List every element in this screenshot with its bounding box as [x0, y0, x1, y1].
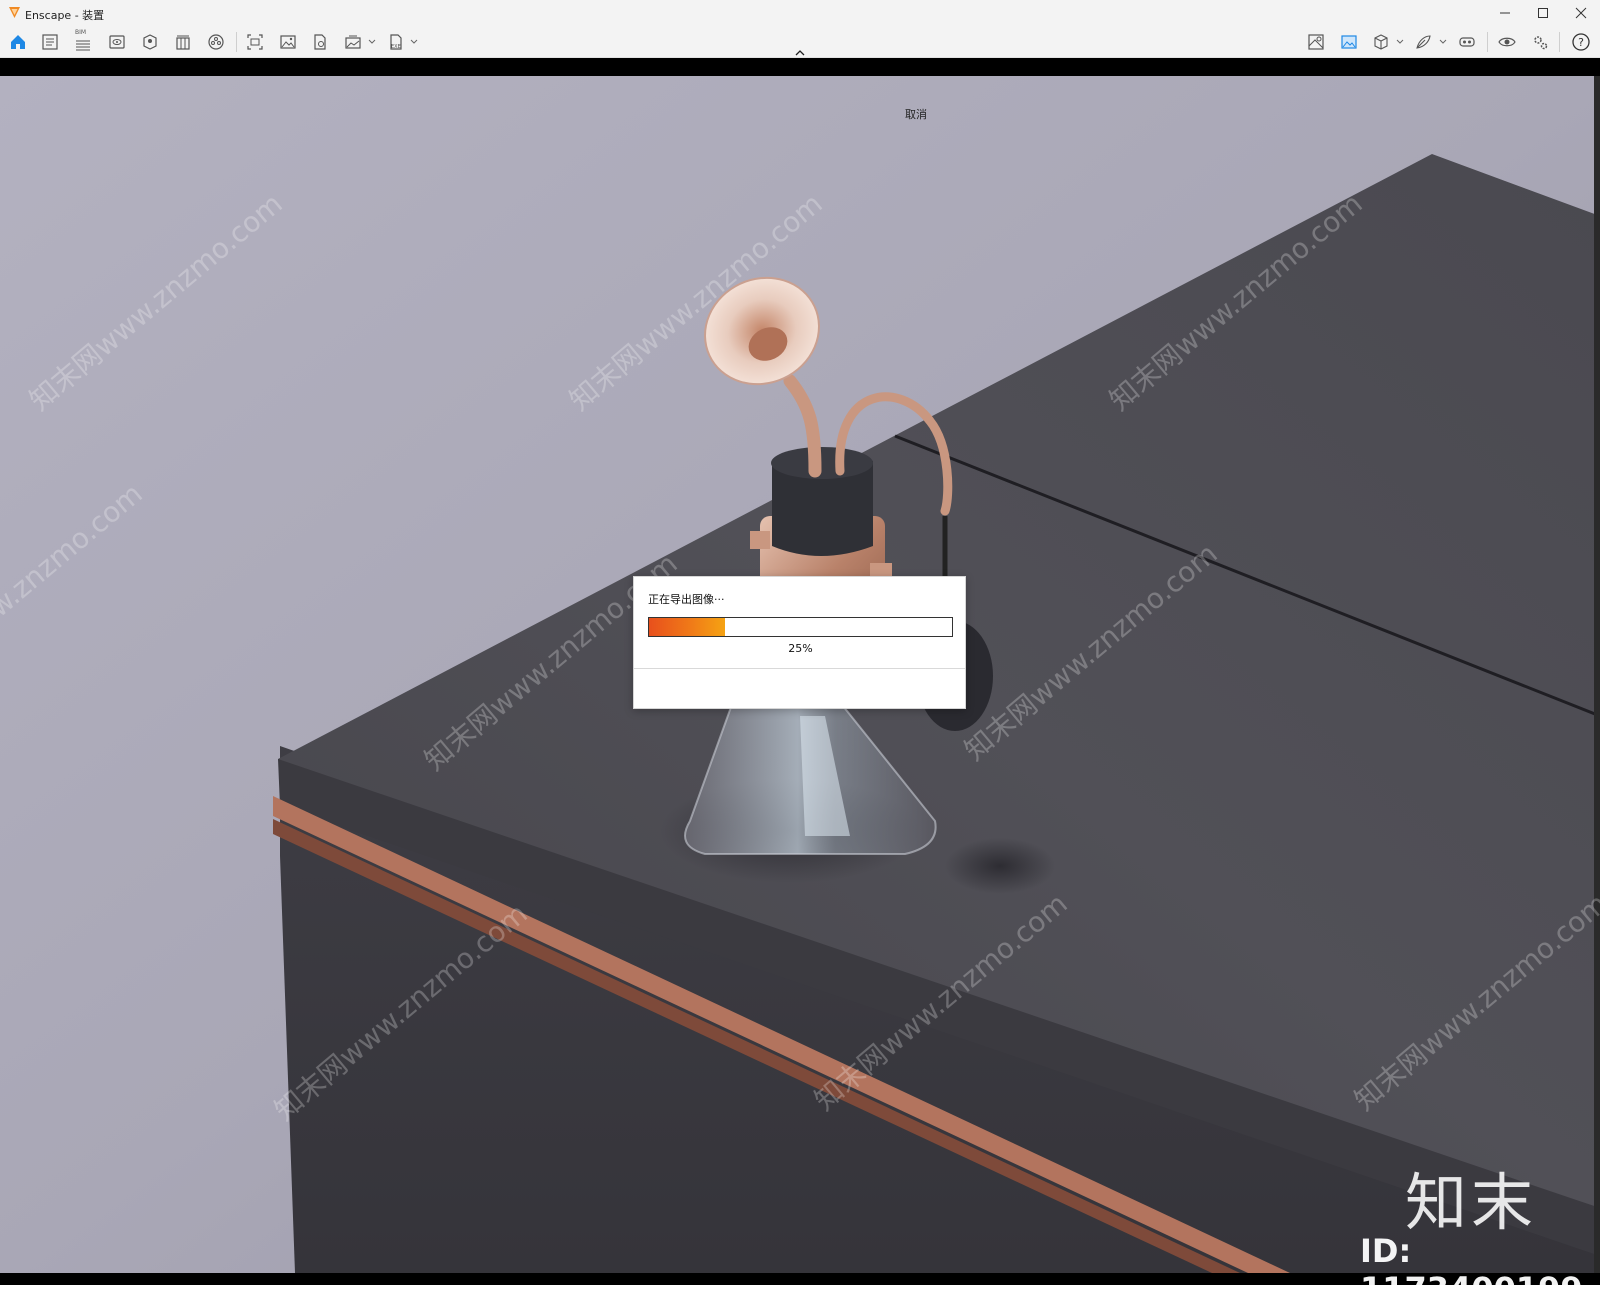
- minimize-button[interactable]: [1486, 0, 1524, 26]
- view-icon: [109, 35, 125, 49]
- image-gallery-button[interactable]: [1336, 30, 1362, 54]
- vr-headset-button[interactable]: [1454, 30, 1480, 54]
- help-button[interactable]: ?: [1568, 30, 1594, 54]
- document-icon: [42, 34, 58, 50]
- help-icon: ?: [1572, 33, 1590, 51]
- view-button[interactable]: [104, 30, 130, 54]
- building-button[interactable]: [170, 30, 196, 54]
- feather-icon: [1416, 35, 1431, 49]
- cancel-button[interactable]: 取消: [896, 105, 936, 123]
- document-button[interactable]: [37, 30, 63, 54]
- progress-percent-label: 25%: [788, 642, 813, 655]
- title-bar: Enscape - 装置: [0, 0, 1600, 26]
- feather-button[interactable]: [1410, 30, 1436, 54]
- exe-export-button[interactable]: EXE: [383, 30, 409, 54]
- export-file-button[interactable]: [307, 30, 333, 54]
- building-icon: [176, 35, 190, 50]
- home-icon: [11, 35, 25, 49]
- bim-badge: BIM: [75, 29, 87, 36]
- maximize-icon: [1538, 8, 1548, 18]
- map-button[interactable]: [1303, 30, 1329, 54]
- chevron-down-icon[interactable]: [1438, 38, 1448, 46]
- cube-button[interactable]: [1368, 30, 1394, 54]
- exe-badge: EXE: [391, 44, 401, 50]
- vr-headset-icon: [1459, 37, 1475, 47]
- location-button[interactable]: [137, 30, 163, 54]
- home-button[interactable]: [5, 30, 31, 54]
- dialog-divider: [634, 668, 965, 669]
- toolbar-separator: [1487, 32, 1488, 52]
- cube-icon: [1374, 34, 1388, 50]
- screenshot-icon: [247, 34, 263, 50]
- asset-library-icon: [208, 34, 224, 50]
- chevron-down-icon[interactable]: [367, 38, 377, 46]
- window-title: Enscape - 装置: [25, 9, 105, 22]
- dialog-title: 正在导出图像···: [648, 593, 725, 606]
- screenshot-button[interactable]: [242, 30, 268, 54]
- chevron-down-icon[interactable]: [1395, 38, 1405, 46]
- brand-watermark-logo: 知末: [1405, 1166, 1538, 1239]
- chevron-down-icon[interactable]: [409, 38, 419, 46]
- location-pin-icon: [143, 34, 157, 50]
- progress-bar-fill: [649, 618, 725, 636]
- progress-bar: [648, 617, 953, 637]
- toolbar-separator: [236, 32, 237, 52]
- enscape-logo-icon: [9, 7, 20, 18]
- batch-render-icon: [345, 35, 361, 49]
- toolbar-separator: [1559, 32, 1560, 52]
- viewport-top-border: [0, 58, 1600, 76]
- image-gallery-icon: [1341, 35, 1357, 49]
- export-progress-dialog: 正在导出图像··· 25%: [633, 576, 966, 709]
- close-icon: [1575, 7, 1587, 19]
- settings-icon: [1534, 36, 1548, 50]
- image-icon: [280, 35, 296, 49]
- export-file-icon: [314, 34, 326, 50]
- svg-text:?: ?: [1578, 36, 1584, 49]
- brand-watermark-id: ID: 1173400199: [1360, 1232, 1583, 1293]
- map-icon: [1308, 34, 1324, 50]
- maximize-button[interactable]: [1524, 0, 1562, 26]
- batch-render-button[interactable]: [340, 30, 366, 54]
- close-button[interactable]: [1562, 0, 1600, 26]
- bim-button[interactable]: BIM: [70, 29, 96, 54]
- visibility-button[interactable]: [1494, 30, 1520, 54]
- enscape-window: Enscape - 装置 BIM EXE ? 知末网www.znzmo.com …: [0, 0, 1600, 1293]
- settings-button[interactable]: [1527, 30, 1553, 54]
- minimize-icon: [1500, 12, 1510, 14]
- asset-library-button[interactable]: [203, 30, 229, 54]
- eye-icon: [1498, 37, 1516, 47]
- image-button[interactable]: [275, 30, 301, 54]
- collapse-toolbar-icon[interactable]: [791, 48, 809, 58]
